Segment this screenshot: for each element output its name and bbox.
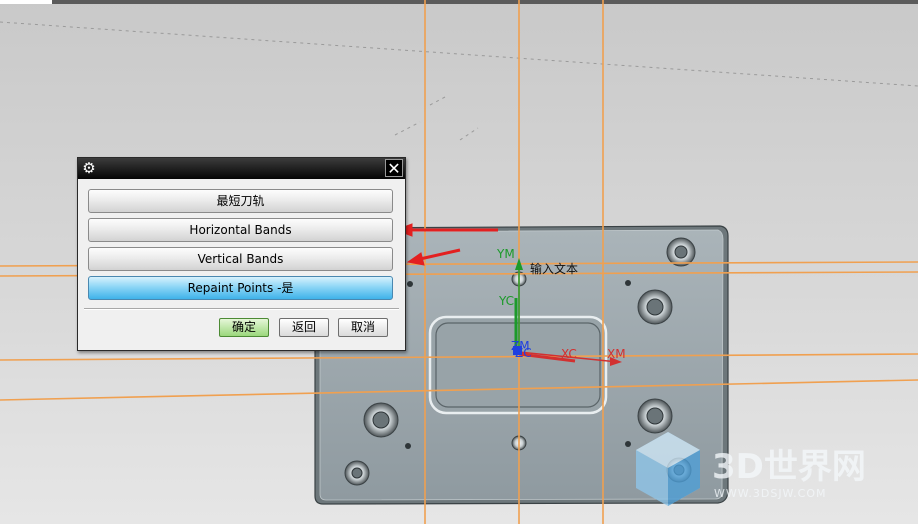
watermark-title: 3D世界网: [712, 447, 866, 487]
close-icon[interactable]: ✕: [385, 159, 403, 178]
dialog-titlebar[interactable]: ⚙ ✕: [78, 158, 405, 179]
watermark-logo-icon: [636, 432, 700, 506]
band-options-dialog: ⚙ ✕ 最短刀轨 Horizontal Bands Vertical Bands…: [77, 157, 406, 351]
gear-icon[interactable]: ⚙: [81, 160, 97, 176]
vertical-bands-button[interactable]: Vertical Bands: [88, 247, 393, 271]
watermark-url: WWW.3DSJW.COM: [714, 487, 827, 500]
cancel-button[interactable]: 取消: [338, 318, 388, 337]
dialog-divider: [84, 308, 399, 310]
shortest-toolpath-button[interactable]: 最短刀轨: [88, 189, 393, 213]
ok-button[interactable]: 确定: [219, 318, 269, 337]
repaint-points-button[interactable]: Repaint Points -是: [88, 276, 393, 300]
back-button[interactable]: 返回: [279, 318, 329, 337]
horizontal-bands-button[interactable]: Horizontal Bands: [88, 218, 393, 242]
graphics-viewport[interactable]: YM YC XC XM ZM ZC 输入文本 3D世界网 WWW.3DSJW.C…: [0, 0, 918, 524]
